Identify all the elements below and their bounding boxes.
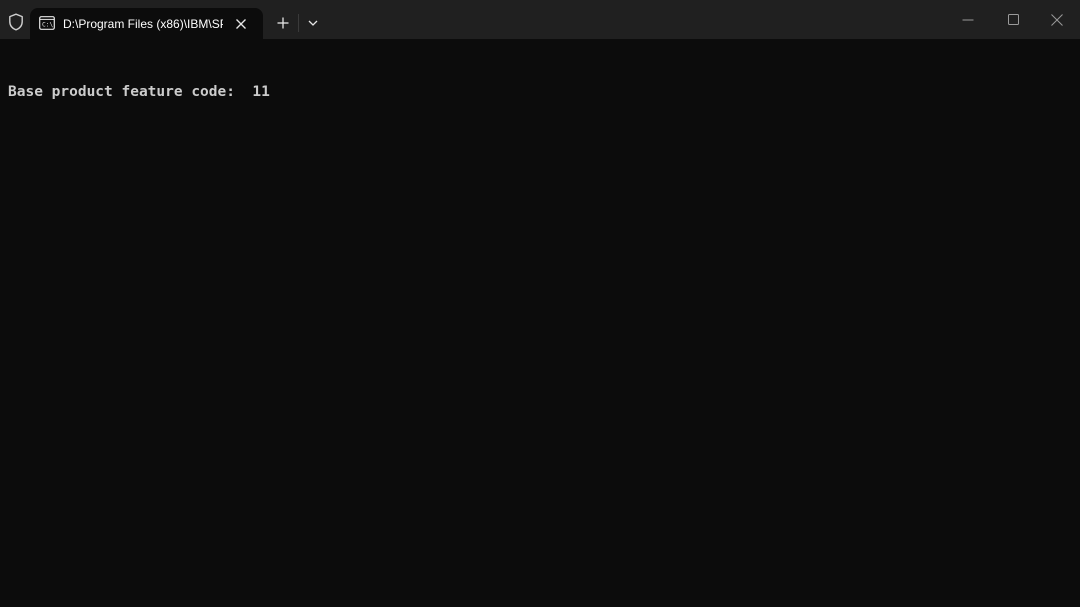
tab-separator — [298, 14, 299, 32]
chevron-down-icon[interactable] — [302, 12, 324, 34]
close-tab-icon[interactable] — [232, 15, 250, 33]
maximize-icon[interactable] — [990, 0, 1036, 39]
minimize-icon[interactable] — [945, 0, 991, 39]
plus-icon[interactable] — [272, 12, 294, 34]
terminal-icon: C:\ — [39, 16, 55, 30]
tab-active[interactable]: C:\ D:\Program Files (x86)\IBM\SPSS — [30, 8, 263, 39]
svg-text:C:\: C:\ — [42, 22, 53, 29]
tab-title: D:\Program Files (x86)\IBM\SPSS — [63, 17, 223, 31]
terminal-line: Base product feature code: 11 — [8, 84, 270, 100]
terminal-window: C:\ D:\Program Files (x86)\IBM\SPSS — [0, 0, 1080, 607]
close-icon[interactable] — [1034, 0, 1080, 39]
title-bar[interactable]: C:\ D:\Program Files (x86)\IBM\SPSS — [0, 0, 1080, 39]
terminal-output[interactable]: Base product feature code: 11 — [0, 39, 1080, 607]
shield-icon[interactable] — [6, 12, 26, 32]
